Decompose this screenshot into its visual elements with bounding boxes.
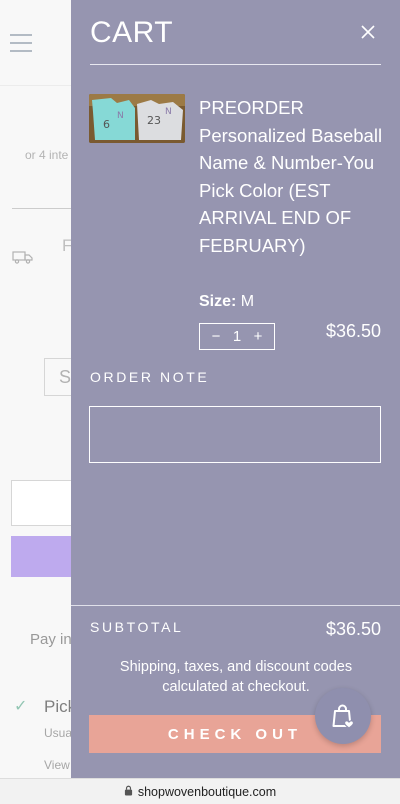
product-thumbnail[interactable]: 6 N 23 N bbox=[89, 94, 185, 143]
subtotal-label: SUBTOTAL bbox=[90, 619, 184, 635]
variant-label: Size: bbox=[199, 293, 237, 310]
close-icon[interactable] bbox=[356, 20, 380, 44]
variant-value: M bbox=[240, 293, 255, 310]
browser-url-bar[interactable]: shopwovenboutique.com bbox=[0, 778, 400, 804]
url-text: shopwovenboutique.com bbox=[137, 784, 277, 799]
increment-button[interactable]: + bbox=[251, 324, 265, 349]
lock-icon bbox=[124, 785, 133, 799]
svg-text:N: N bbox=[165, 107, 172, 117]
decrement-button[interactable]: − bbox=[209, 324, 223, 349]
svg-text:N: N bbox=[117, 111, 124, 121]
order-note-field[interactable] bbox=[89, 406, 381, 463]
cart-title: CART bbox=[90, 16, 174, 49]
title-divider bbox=[90, 64, 381, 65]
shop-bag-icon[interactable] bbox=[315, 688, 371, 744]
product-name-link[interactable]: PREORDER Personalized Baseball Name & Nu… bbox=[199, 94, 389, 259]
order-note-label: ORDER NOTE bbox=[90, 369, 210, 385]
subtotal-value: $36.50 bbox=[325, 619, 381, 639]
variant-size: Size: M bbox=[199, 293, 254, 311]
svg-text:23: 23 bbox=[147, 114, 161, 127]
footer-divider bbox=[71, 605, 400, 606]
line-item-price: $36.50 bbox=[325, 321, 381, 341]
cart-drawer: CART 6 N 23 N PREORDER Personalized Base… bbox=[71, 0, 400, 778]
quantity-stepper: − 1 + bbox=[199, 323, 275, 350]
svg-text:6: 6 bbox=[103, 118, 110, 131]
quantity-value[interactable]: 1 bbox=[233, 328, 241, 345]
